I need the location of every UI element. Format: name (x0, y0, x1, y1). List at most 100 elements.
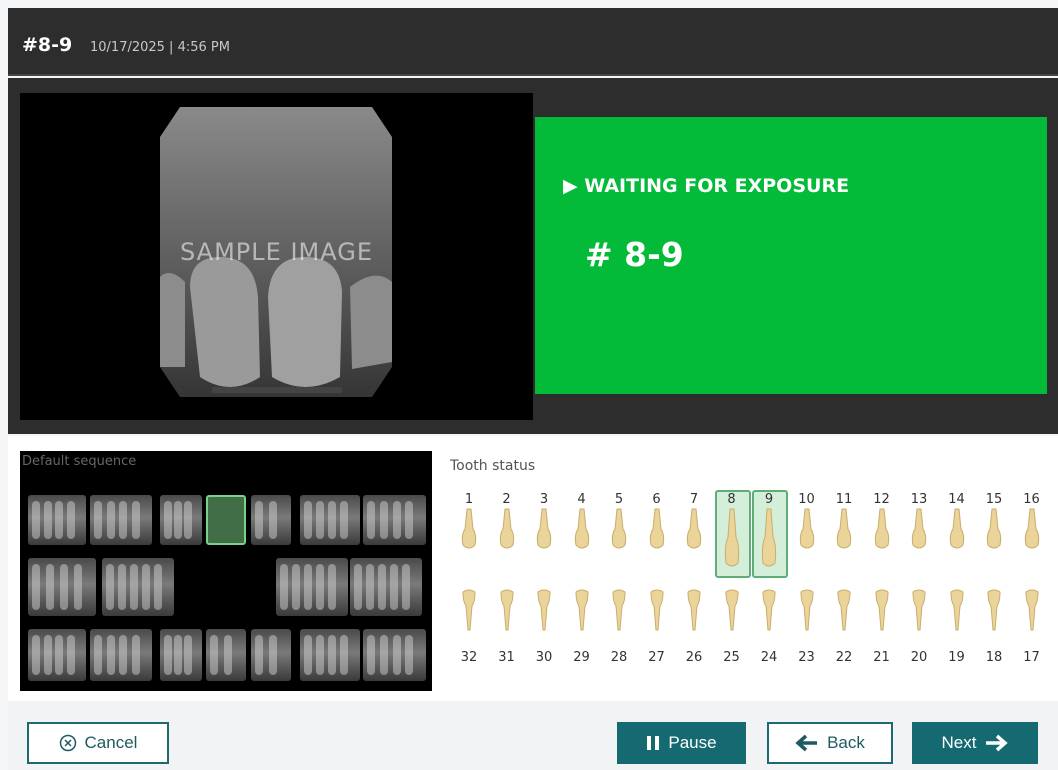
tooth-shadow (43, 501, 52, 539)
tooth-shadow (405, 501, 414, 539)
sequence-thumb[interactable] (28, 629, 86, 681)
tooth-icon (574, 508, 589, 549)
tooth-shadow (340, 501, 348, 539)
tooth-icon (499, 589, 514, 631)
tooth-shadow (210, 635, 218, 675)
tooth-30[interactable]: 30 (526, 588, 562, 665)
sequence-thumb[interactable] (206, 629, 246, 681)
next-button[interactable]: Next (912, 722, 1038, 764)
tooth-icon (537, 589, 551, 631)
tooth-8[interactable]: 8 (714, 490, 751, 578)
tooth-shadow (32, 501, 40, 539)
sequence-thumb[interactable] (160, 629, 202, 681)
tooth-number: 6 (652, 492, 661, 507)
tooth-5[interactable]: 5 (601, 492, 637, 555)
tooth-32[interactable]: 32 (451, 588, 487, 665)
tooth-31[interactable]: 31 (489, 588, 525, 665)
tooth-icon (987, 589, 1001, 631)
back-button[interactable]: Back (767, 722, 893, 764)
tooth-shadow (340, 635, 348, 675)
tooth-number: 31 (498, 650, 515, 665)
sequence-thumb[interactable] (276, 558, 348, 616)
tooth-shadow (328, 635, 336, 675)
tooth-25[interactable]: 25 (714, 588, 750, 665)
tooth-shadow (174, 501, 182, 539)
tooth-number: 27 (648, 650, 665, 665)
tooth-21[interactable]: 21 (864, 588, 900, 665)
sequence-thumb-current[interactable] (206, 495, 246, 545)
sequence-thumb[interactable] (28, 558, 96, 616)
tooth-icon (611, 508, 627, 549)
close-circle-icon (59, 734, 76, 752)
page-title: #8-9 (22, 34, 73, 56)
tooth-19[interactable]: 19 (939, 588, 975, 665)
sequence-thumb[interactable] (300, 629, 360, 681)
tooth-shadow (46, 564, 54, 610)
tooth-1[interactable]: 1 (451, 492, 487, 555)
tooth-shadow (304, 501, 312, 539)
tooth-26[interactable]: 26 (676, 588, 712, 665)
tooth-shadow (43, 635, 52, 675)
tooth-shadow (74, 564, 82, 610)
tooth-shadow (316, 501, 324, 539)
tooth-shadow (366, 564, 374, 610)
tooth-icon (1024, 589, 1039, 631)
tooth-22[interactable]: 22 (826, 588, 862, 665)
tooth-14[interactable]: 14 (939, 492, 975, 555)
pause-button[interactable]: Pause (617, 722, 746, 764)
tooth-16[interactable]: 16 (1014, 492, 1050, 555)
sequence-thumb[interactable] (102, 558, 174, 616)
tooth-10[interactable]: 10 (789, 492, 825, 555)
tooth-7[interactable]: 7 (676, 492, 712, 555)
cancel-button[interactable]: Cancel (27, 722, 169, 764)
status-state: WAITING FOR EXPOSURE (584, 175, 850, 197)
tooth-number: 22 (835, 650, 853, 665)
tooth-number: 11 (835, 492, 853, 507)
tooth-28[interactable]: 28 (601, 588, 637, 665)
tooth-number: 29 (573, 650, 590, 665)
tooth-number: 15 (985, 492, 1003, 507)
tooth-number: 28 (610, 650, 628, 665)
tooth-27[interactable]: 27 (639, 588, 675, 665)
tooth-4[interactable]: 4 (564, 492, 600, 555)
sample-watermark: SAMPLE IMAGE (180, 238, 373, 266)
tooth-icon (612, 589, 626, 631)
back-label: Back (827, 733, 865, 752)
exposure-status-panel: ▶ WAITING FOR EXPOSURE # 8-9 (535, 117, 1047, 394)
tooth-29[interactable]: 29 (564, 588, 600, 665)
sequence-thumb[interactable] (363, 629, 426, 681)
sequence-thumb[interactable] (300, 495, 360, 545)
tooth-number: 23 (798, 650, 815, 665)
tooth-shadow (32, 564, 40, 610)
sequence-thumb[interactable] (160, 495, 202, 545)
sequence-thumb[interactable] (363, 495, 426, 545)
tooth-12[interactable]: 12 (864, 492, 900, 555)
tooth-shadow (392, 501, 401, 539)
tooth-icon (686, 508, 702, 549)
tooth-shadow (32, 635, 40, 675)
sequence-thumb[interactable] (90, 495, 152, 545)
tooth-6[interactable]: 6 (639, 492, 675, 555)
tooth-icon (912, 589, 926, 631)
sequence-thumb[interactable] (90, 629, 152, 681)
tooth-24[interactable]: 24 (751, 588, 787, 665)
tooth-17[interactable]: 17 (1014, 588, 1050, 665)
tooth-9[interactable]: 9 (751, 490, 788, 578)
tooth-2[interactable]: 2 (489, 492, 525, 555)
tooth-shadow (60, 564, 68, 610)
sequence-thumb[interactable] (350, 558, 422, 616)
tooth-3[interactable]: 3 (526, 492, 562, 555)
tooth-icon (461, 508, 477, 549)
tooth-shadow (119, 501, 127, 539)
sequence-thumb[interactable] (251, 495, 291, 545)
tooth-18[interactable]: 18 (976, 588, 1012, 665)
tooth-20[interactable]: 20 (901, 588, 937, 665)
tooth-icon (799, 589, 814, 631)
tooth-23[interactable]: 23 (789, 588, 825, 665)
sequence-thumb[interactable] (28, 495, 86, 545)
tooth-11[interactable]: 11 (826, 492, 862, 555)
tooth-15[interactable]: 15 (976, 492, 1012, 555)
tooth-13[interactable]: 13 (901, 492, 937, 555)
tooth-number: 3 (539, 492, 549, 507)
sequence-thumb[interactable] (251, 629, 291, 681)
